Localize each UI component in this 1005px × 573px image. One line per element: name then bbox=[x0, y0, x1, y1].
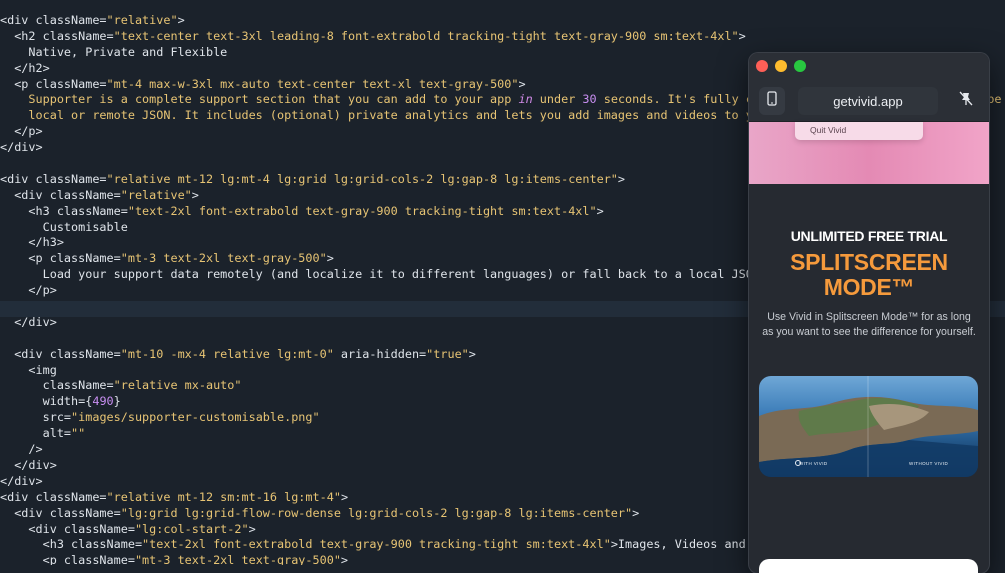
code-token: </div> bbox=[0, 314, 57, 329]
code-token: <div className= bbox=[0, 13, 107, 27]
code-token: width={ bbox=[0, 394, 93, 409]
preview-label-left: WITH VIVID bbox=[799, 461, 828, 466]
browser-toolbar: getvivid.app bbox=[749, 81, 989, 122]
code-token: /> bbox=[0, 442, 43, 457]
minimize-window-button[interactable] bbox=[775, 60, 787, 72]
code-token: <p className= bbox=[0, 553, 135, 565]
code-token: "text-2xl font-extrabold text-gray-900 t… bbox=[142, 537, 611, 552]
code-token: <div className= bbox=[0, 505, 121, 520]
code-token: "relative" bbox=[120, 187, 192, 202]
code-token: 30 bbox=[582, 92, 597, 107]
code-token: > bbox=[340, 489, 349, 504]
splitscreen-preview-image: WITH VIVID WITHOUT VIVID bbox=[759, 376, 978, 477]
code-token: > bbox=[326, 251, 334, 266]
promo-title: SPLITSCREEN MODE™ bbox=[749, 250, 989, 300]
promo-section: UNLIMITED FREE TRIAL SPLITSCREEN MODE™ U… bbox=[749, 228, 989, 340]
code-token: Supporter is a complete support section … bbox=[0, 92, 519, 107]
code-token: <div className= bbox=[0, 346, 121, 361]
code-token: <div className= bbox=[0, 489, 107, 504]
unpin-button[interactable] bbox=[953, 87, 979, 115]
code-token: <h3 className= bbox=[0, 537, 143, 552]
promo-description: Use Vivid in Splitscreen Mode™ for as lo… bbox=[762, 311, 976, 338]
code-token: > bbox=[518, 76, 526, 91]
code-token: "lg:col-start-2" bbox=[134, 521, 249, 536]
code-token: "relative mt-12 sm:mt-16 lg:mt-4" bbox=[106, 489, 341, 504]
code-token: > bbox=[340, 553, 349, 565]
code-token: </p> bbox=[0, 283, 57, 298]
code-token: </p> bbox=[0, 124, 43, 139]
code-token: "mt-4 max-w-3xl mx-auto text-center text… bbox=[106, 76, 519, 91]
promo-title-line1: SPLITSCREEN bbox=[790, 249, 948, 275]
code-token: className= bbox=[0, 378, 114, 393]
code-token: "text-2xl font-extrabold text-gray-900 t… bbox=[127, 203, 597, 218]
code-token: "relative" bbox=[106, 13, 178, 27]
code-token: </h2> bbox=[0, 60, 50, 75]
code-token: } bbox=[113, 394, 121, 409]
code-token: > bbox=[617, 171, 626, 186]
quit-menu-item[interactable]: Quit Vivid bbox=[795, 122, 923, 140]
code-token: > bbox=[632, 505, 640, 520]
code-token: > bbox=[248, 521, 256, 536]
code-token: > bbox=[191, 187, 199, 202]
code-token: "relative mt-12 lg:mt-4 lg:grid lg:grid-… bbox=[106, 171, 618, 186]
promo-title-line2: MODE™ bbox=[823, 274, 915, 300]
browser-window[interactable]: getvivid.app Quit Vivid UNLIMITED FREE T… bbox=[749, 53, 989, 573]
url-field[interactable]: getvivid.app bbox=[798, 87, 938, 115]
code-token: </div> bbox=[0, 140, 43, 155]
code-token: Native, Private and Flexible bbox=[0, 44, 228, 59]
code-token: </div> bbox=[0, 457, 57, 472]
code-token: "text-center text-3xl leading-8 font-ext… bbox=[113, 28, 739, 43]
phone-button[interactable] bbox=[759, 87, 785, 115]
code-token: "mt-3 text-2xl text-gray-500" bbox=[134, 553, 341, 565]
bottom-button-partial[interactable] bbox=[759, 559, 978, 573]
code-token: "mt-3 text-2xl text-gray-500" bbox=[120, 251, 327, 266]
code-token: Load your support data remotely (and loc… bbox=[0, 267, 803, 282]
pin-slash-icon bbox=[959, 91, 973, 111]
code-token: <h3 className= bbox=[0, 203, 128, 218]
code-token: aria-hidden= bbox=[333, 346, 427, 361]
code-line[interactable]: <h2 className="text-center text-3xl lead… bbox=[0, 29, 1005, 45]
code-token: <h2 className= bbox=[0, 28, 114, 43]
code-token: "lg:grid lg:grid-flow-row-dense lg:grid-… bbox=[120, 505, 633, 520]
code-token: </h3> bbox=[0, 235, 64, 250]
phone-icon bbox=[767, 91, 777, 111]
code-token: src= bbox=[0, 410, 72, 425]
code-token: <p className= bbox=[0, 76, 107, 91]
code-token: Customisable bbox=[0, 219, 128, 234]
browser-titlebar[interactable] bbox=[749, 53, 989, 81]
code-token: <p className= bbox=[0, 251, 121, 266]
zoom-window-button[interactable] bbox=[794, 60, 806, 72]
code-token: "true" bbox=[426, 346, 469, 361]
code-token: in bbox=[518, 92, 533, 107]
promo-headline: UNLIMITED FREE TRIAL bbox=[790, 228, 948, 244]
code-token: <div className= bbox=[0, 171, 107, 186]
code-token: "" bbox=[71, 426, 86, 441]
code-token: "relative mx-auto" bbox=[113, 378, 242, 393]
code-token: <img bbox=[0, 362, 57, 377]
code-token: alt= bbox=[0, 426, 72, 441]
code-token: </div> bbox=[0, 473, 43, 488]
code-token: > bbox=[177, 13, 185, 27]
quit-label: Quit Vivid bbox=[810, 125, 847, 135]
code-line[interactable]: <div className="relative"> bbox=[0, 13, 1005, 29]
code-token: under bbox=[532, 92, 583, 107]
preview-label-right: WITHOUT VIVID bbox=[909, 461, 949, 466]
code-token: "images/supporter-customisable.png" bbox=[71, 410, 320, 425]
code-token: > bbox=[468, 346, 476, 361]
code-token: > bbox=[738, 28, 746, 43]
code-token: 490 bbox=[92, 394, 114, 409]
close-window-button[interactable] bbox=[756, 60, 768, 72]
code-token: <div className= bbox=[0, 521, 135, 536]
code-token: <div className= bbox=[0, 187, 121, 202]
hero-banner: Quit Vivid bbox=[749, 122, 989, 184]
code-token: > bbox=[596, 203, 604, 218]
code-token: "mt-10 -mx-4 relative lg:mt-0" bbox=[120, 346, 334, 361]
